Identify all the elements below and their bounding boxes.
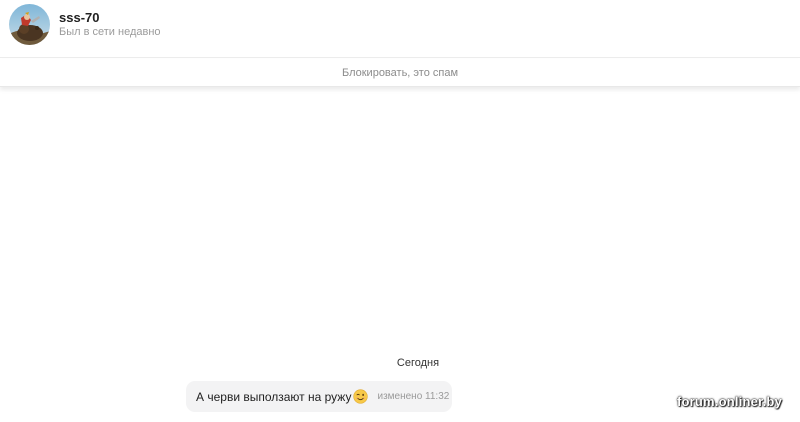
- online-status: Был в сети недавно: [59, 26, 161, 38]
- wink-emoji-icon: [353, 389, 369, 404]
- avatar-image-icon: [9, 4, 50, 45]
- message-bubble[interactable]: А черви выползают на ружу изменено 11:32: [186, 381, 452, 412]
- user-avatar[interactable]: [9, 4, 50, 45]
- message-text: А черви выползают на ружу: [196, 389, 352, 404]
- chat-header: sss-70 Был в сети недавно: [0, 0, 800, 58]
- site-watermark: forum.onliner.by: [676, 394, 782, 409]
- chat-window: sss-70 Был в сети недавно Блокировать, э…: [0, 0, 800, 422]
- block-spam-button[interactable]: Блокировать, это спам: [342, 67, 458, 79]
- date-separator: Сегодня: [396, 357, 440, 369]
- chat-username[interactable]: sss-70: [59, 10, 99, 25]
- block-bar: Блокировать, это спам: [0, 59, 800, 87]
- edited-timestamp: изменено 11:32: [377, 391, 450, 402]
